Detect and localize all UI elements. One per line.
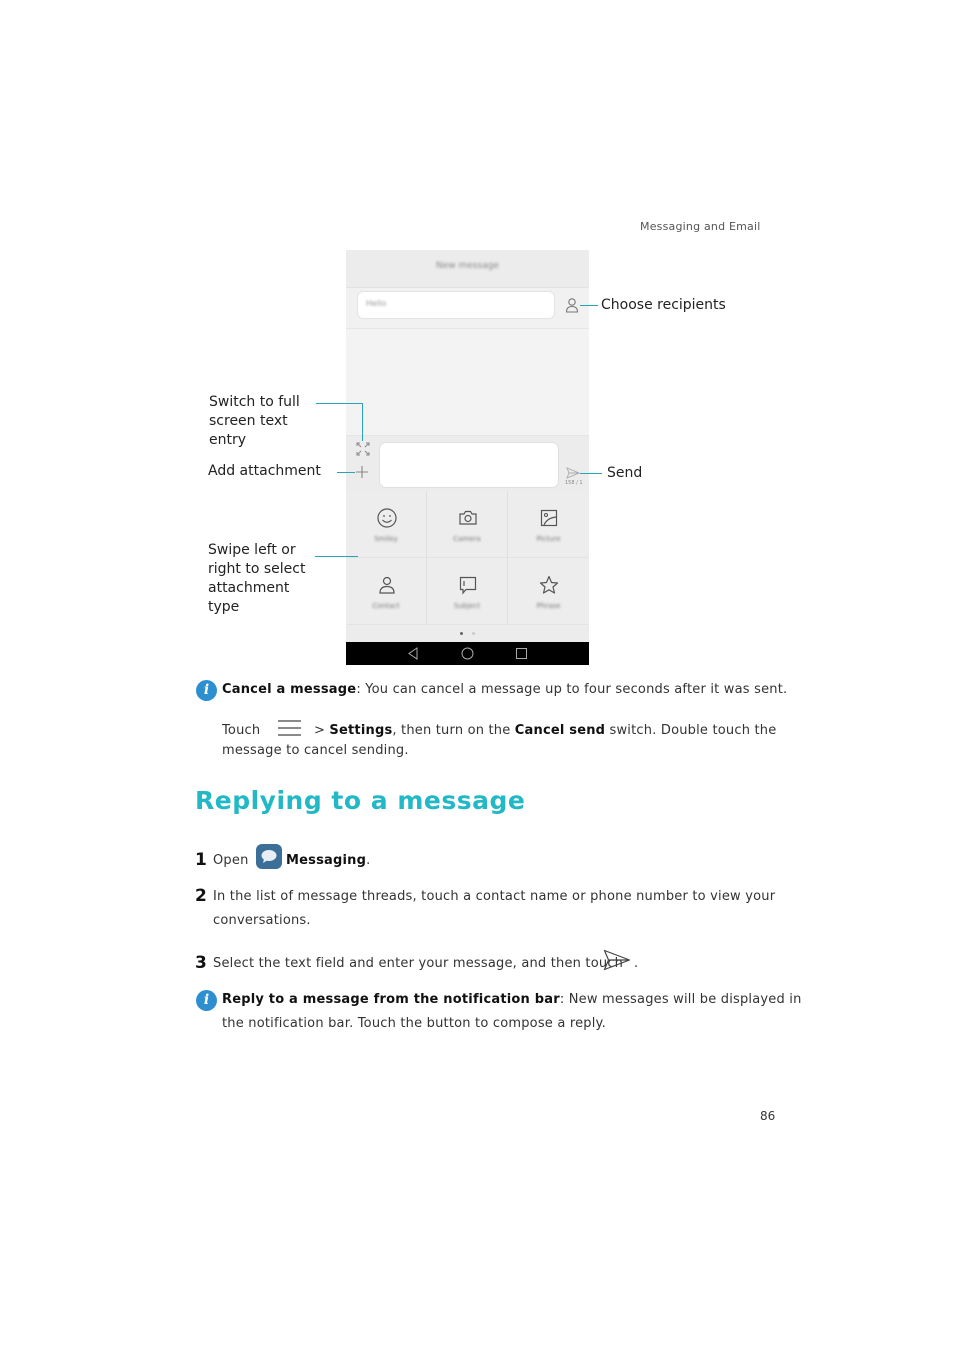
contact-icon	[379, 576, 395, 594]
messaging-label: Messaging	[286, 853, 367, 868]
step-number: 1	[195, 850, 207, 870]
chat-bubble-icon	[261, 850, 277, 863]
page-indicator	[346, 626, 589, 642]
conversation-area	[346, 329, 589, 435]
callout-line-text: entry	[209, 432, 247, 448]
note-cancel-message: Cancel a message: You can cancel a messa…	[222, 682, 787, 697]
home-icon[interactable]	[461, 647, 474, 660]
step-3-text: Select the text field and enter your mes…	[213, 956, 624, 971]
note-title: Reply to a message from the notification…	[222, 992, 560, 1007]
attachment-grid: Smiley Camera Picture Contact Subject Ph…	[346, 491, 589, 626]
callout-line-text: attachment	[208, 580, 290, 596]
callout-add-attachment: Add attachment	[208, 463, 321, 479]
callout-line-full-screen	[316, 403, 363, 404]
callout-send: Send	[607, 465, 643, 481]
callout-line-text: Switch to full	[209, 394, 300, 410]
camera-icon	[459, 510, 477, 525]
attachment-contact[interactable]: Contact	[346, 558, 427, 625]
running-header: Messaging and Email	[640, 220, 761, 233]
note-reply-notification: Reply to a message from the notification…	[222, 992, 802, 1007]
choose-recipients-icon[interactable]	[565, 297, 579, 313]
info-icon: i	[196, 680, 217, 701]
note-text: Touch	[222, 723, 261, 738]
section-title: Replying to a message	[195, 786, 526, 815]
attachment-phrase[interactable]: Phrase	[508, 558, 589, 625]
navigation-bar	[346, 642, 589, 665]
compose-bar: 158 / 1	[346, 435, 589, 491]
step-3-post: .	[634, 956, 639, 971]
attachment-subject[interactable]: Subject	[427, 558, 508, 625]
attachment-label: Phrase	[536, 602, 561, 610]
step-number: 3	[195, 953, 207, 973]
star-icon	[539, 575, 559, 594]
full-screen-icon[interactable]	[356, 442, 370, 456]
back-icon[interactable]	[407, 647, 420, 660]
callout-line-text: screen text	[209, 413, 288, 429]
attachment-smiley[interactable]: Smiley	[346, 491, 427, 558]
info-icon: i	[196, 990, 217, 1011]
note-text: : You can cancel a message up to four se…	[356, 682, 788, 697]
note-text: switch. Double touch the	[605, 723, 777, 738]
smiley-icon	[377, 508, 397, 528]
add-attachment-icon[interactable]	[355, 465, 369, 479]
note-text: , then turn on the	[392, 723, 515, 738]
attachment-label: Contact	[372, 602, 400, 610]
picture-icon	[540, 509, 558, 527]
callout-line-swipe	[315, 556, 358, 557]
recipient-row: Hello	[346, 288, 589, 329]
note-text: >	[309, 723, 330, 738]
attachment-picture[interactable]: Picture	[508, 491, 589, 558]
message-text-field[interactable]	[379, 442, 559, 488]
attachment-camera[interactable]: Camera	[427, 491, 508, 558]
callout-choose-recipients: Choose recipients	[601, 297, 726, 313]
callout-line-recipients	[580, 305, 598, 306]
page-dot	[472, 632, 475, 635]
send-icon[interactable]	[566, 467, 580, 479]
char-counter: 158 / 1	[565, 480, 583, 486]
note-cancel-line3: message to cancel sending.	[222, 743, 409, 758]
subject-icon	[459, 576, 477, 595]
attachment-label: Camera	[453, 535, 481, 543]
settings-label: Settings	[329, 723, 393, 738]
step-2-line1: In the list of message threads, touch a …	[213, 889, 776, 904]
attachment-label: Subject	[453, 602, 481, 610]
step-text: .	[366, 853, 371, 868]
callout-line-text: right to select	[208, 561, 306, 577]
recipient-input[interactable]: Hello	[357, 291, 555, 319]
cancel-send-label: Cancel send	[514, 723, 606, 738]
note-cancel-instructions: Touch > Settings, then turn on the Cance…	[222, 719, 776, 738]
callout-line-add-attachment	[337, 472, 355, 473]
phone-screenshot: New message Hello 158 / 1 Smiley Camera …	[346, 250, 589, 665]
attachment-label: Picture	[536, 535, 561, 543]
note-title: Cancel a message	[222, 682, 357, 697]
menu-icon	[277, 720, 301, 736]
callout-line-send	[580, 473, 602, 474]
callout-swipe: Swipe left or right to select attachment…	[208, 541, 305, 617]
step-1-app: Messaging.	[286, 853, 370, 868]
phone-title-bar: New message	[346, 250, 589, 288]
callout-line-text: Swipe left or	[208, 542, 296, 558]
step-2-line2: conversations.	[213, 913, 311, 928]
callout-line-text: type	[208, 599, 240, 615]
send-icon	[603, 949, 631, 971]
callout-line-full-screen-vertical	[362, 403, 363, 441]
recipient-placeholder: Hello	[366, 299, 387, 308]
step-number: 2	[195, 886, 207, 906]
attachment-label: Smiley	[374, 535, 398, 543]
callout-full-screen: Switch to full screen text entry	[209, 393, 300, 450]
note-text: : New messages will be displayed in	[559, 992, 802, 1007]
recents-icon[interactable]	[515, 647, 528, 660]
phone-title: New message	[436, 261, 499, 271]
page-number: 86	[760, 1109, 776, 1123]
page-dot-active	[460, 632, 463, 635]
messaging-app-icon	[256, 844, 282, 869]
step-1-pre: Open	[213, 853, 249, 868]
note-reply-line2: the notification bar. Touch the button t…	[222, 1016, 606, 1031]
